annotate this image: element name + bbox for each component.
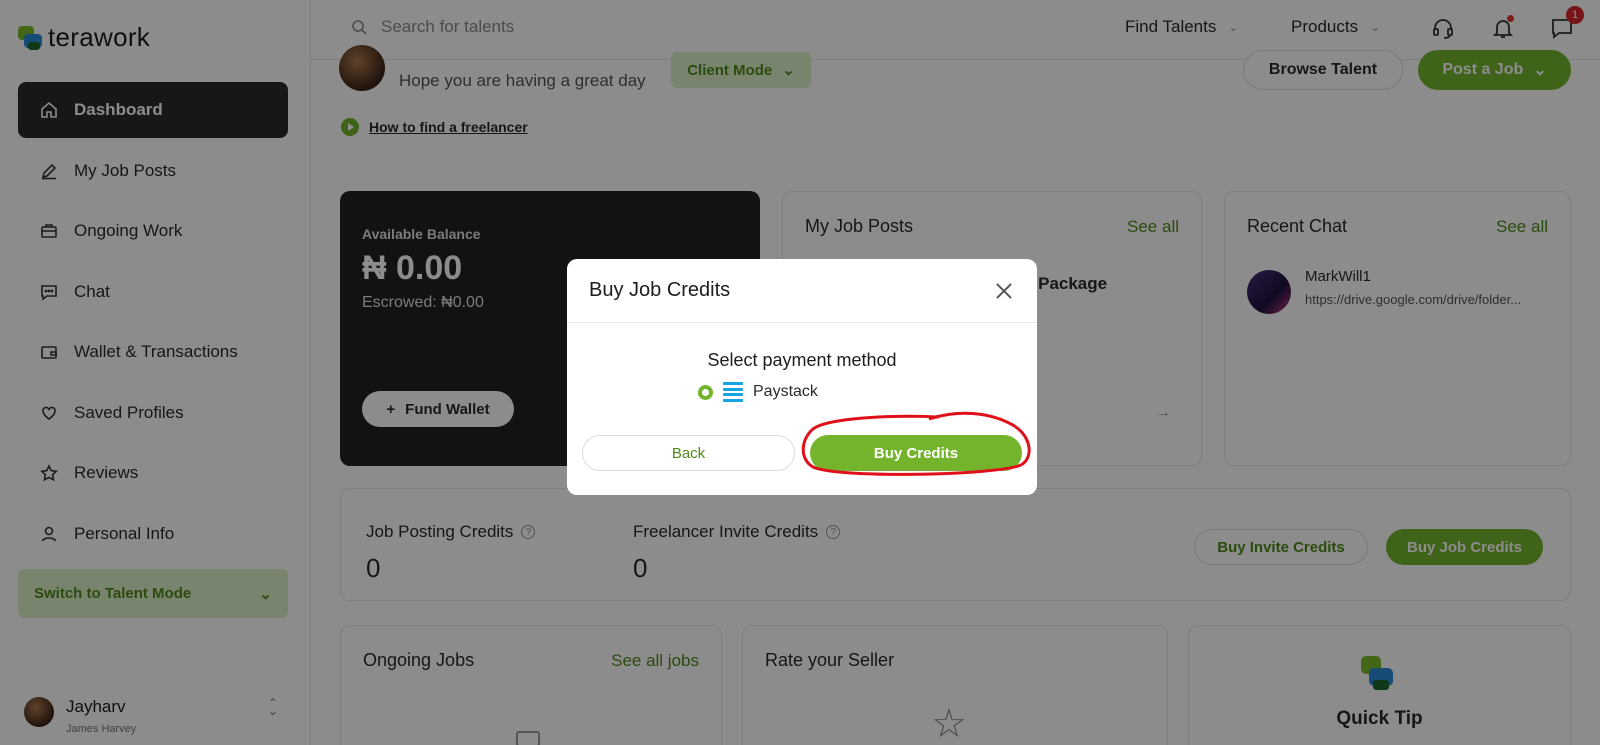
- close-icon[interactable]: [993, 280, 1015, 302]
- payment-option-paystack[interactable]: Paystack: [698, 382, 818, 402]
- paystack-logo-icon: [723, 382, 743, 402]
- modal-header: Buy Job Credits: [567, 259, 1037, 323]
- payment-method-title: Select payment method: [707, 350, 897, 370]
- modal-title: Buy Job Credits: [589, 279, 731, 301]
- buy-credits-button[interactable]: Buy Credits: [810, 435, 1022, 471]
- payment-option-label: Paystack: [753, 383, 818, 400]
- back-button[interactable]: Back: [582, 435, 795, 471]
- buy-job-credits-modal: Buy Job Credits Select payment method Pa…: [567, 259, 1037, 495]
- radio-selected[interactable]: [698, 384, 713, 400]
